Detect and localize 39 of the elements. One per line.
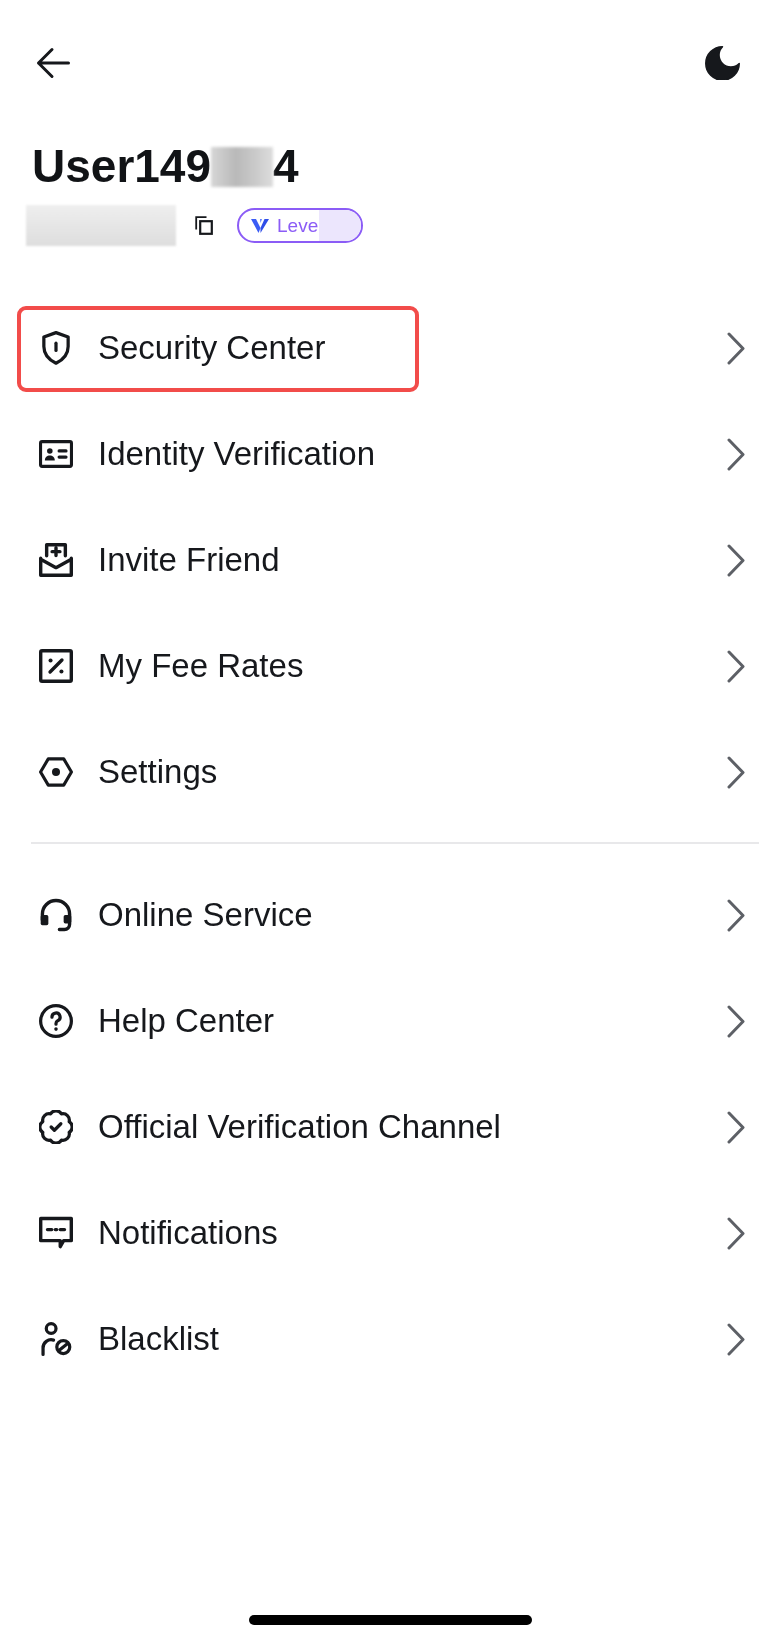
level-label: Leve <box>277 214 319 237</box>
chevron-right-icon <box>727 437 745 471</box>
back-arrow-icon[interactable] <box>36 46 70 80</box>
menu-item[interactable]: My Fee Rates <box>0 613 780 719</box>
menu-item[interactable]: Settings <box>0 719 780 825</box>
menu-item[interactable]: Identity Verification <box>0 401 780 507</box>
percent-icon <box>39 649 73 683</box>
badge-check-icon <box>39 1110 73 1144</box>
shield-icon <box>39 331 73 365</box>
settings-icon <box>39 755 73 789</box>
chevron-right-icon <box>727 755 745 789</box>
chevron-right-icon <box>727 898 745 932</box>
redacted-block <box>319 210 362 241</box>
menu-item[interactable]: Blacklist <box>0 1286 780 1392</box>
chevron-right-icon <box>727 649 745 683</box>
message-icon <box>39 1216 73 1250</box>
chevron-right-icon <box>727 1004 745 1038</box>
headset-icon <box>39 898 73 932</box>
menu-item[interactable]: Online Service <box>0 862 780 968</box>
chevron-right-icon <box>727 1216 745 1250</box>
menu-item[interactable]: Security Center <box>0 295 780 401</box>
user-block-icon <box>39 1322 73 1356</box>
chevron-right-icon <box>727 1322 745 1356</box>
v-logo-icon <box>251 217 269 234</box>
username-text: 4 <box>273 139 299 194</box>
id-card-icon <box>39 437 73 471</box>
chevron-right-icon <box>727 331 745 365</box>
redacted-block <box>211 146 274 187</box>
menu-item[interactable]: Help Center <box>0 968 780 1074</box>
help-icon <box>39 1004 73 1038</box>
chevron-right-icon <box>727 543 745 577</box>
moon-icon[interactable] <box>705 46 740 80</box>
inbox-plus-icon <box>39 543 73 577</box>
menu-item[interactable]: Notifications <box>0 1180 780 1286</box>
chevron-right-icon <box>727 1110 745 1144</box>
menu-item[interactable]: Invite Friend <box>0 507 780 613</box>
menu-item[interactable]: Official Verification Channel <box>0 1074 780 1180</box>
copy-icon[interactable] <box>195 216 213 235</box>
username-text: User149 <box>32 139 212 194</box>
